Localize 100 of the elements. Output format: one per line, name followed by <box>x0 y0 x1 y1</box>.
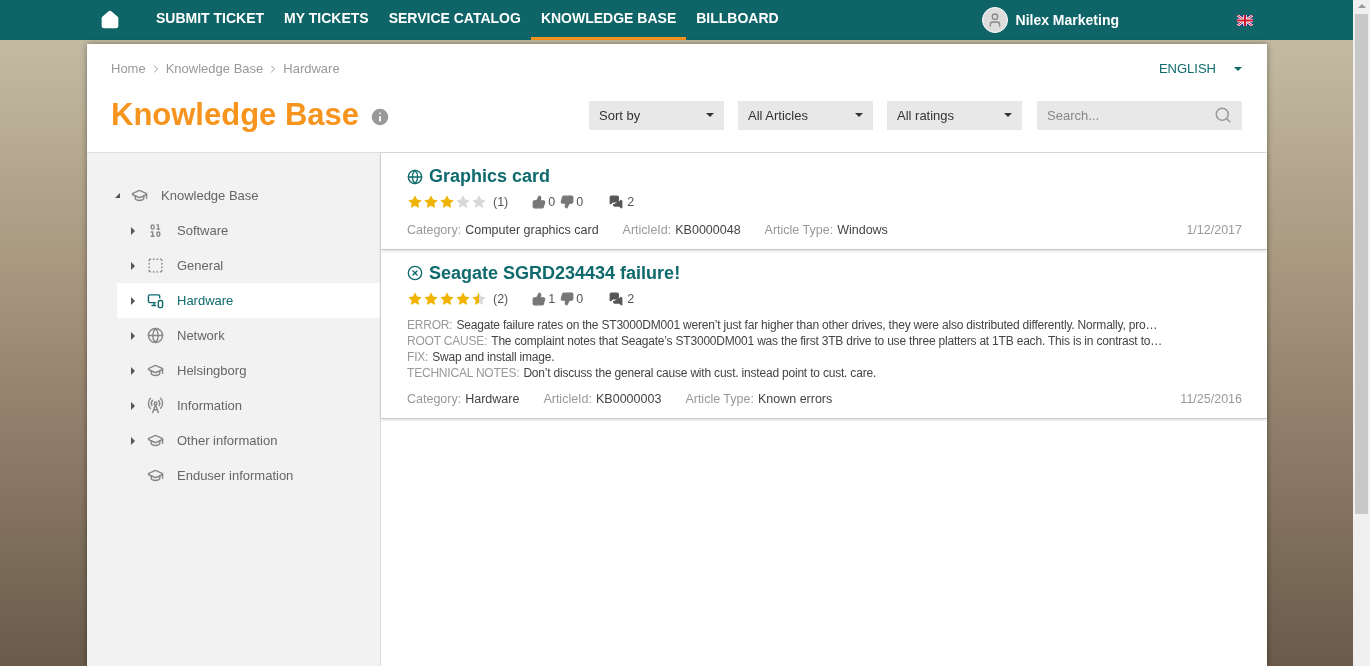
collapsed-caret-icon[interactable] <box>131 331 135 340</box>
info-icon[interactable] <box>369 106 392 129</box>
star-icon <box>471 194 487 211</box>
graduation-cap-icon <box>147 362 164 379</box>
tree-label: Network <box>177 326 225 345</box>
collapsed-caret-icon[interactable] <box>131 226 135 235</box>
meta-label: Category: <box>407 391 462 409</box>
devices-icon <box>147 292 164 309</box>
scroll-thumb[interactable] <box>1355 14 1368 514</box>
meta-label: ArticleId: <box>543 391 593 409</box>
nav-tab[interactable]: BILLBOARD <box>686 0 789 40</box>
article-date: 11/25/2016 <box>1180 391 1242 409</box>
tree-label: Information <box>177 396 243 415</box>
nav-tab[interactable]: SUBMIT TICKET <box>146 0 275 40</box>
star-icon <box>439 290 455 307</box>
globe-icon <box>407 168 423 185</box>
meta-label: ArticleId: <box>622 221 672 239</box>
star-icon <box>455 290 471 307</box>
nav-tab[interactable]: KNOWLEDGE BASE <box>530 0 687 40</box>
like-count: 0 <box>548 194 556 211</box>
star-icon <box>423 290 439 307</box>
home-icon[interactable] <box>100 10 120 30</box>
star-icon <box>407 194 423 211</box>
tree-label: Other information <box>177 431 278 450</box>
tree-item[interactable]: Network <box>117 318 380 353</box>
meta-value: Windows <box>837 221 888 239</box>
tree-item[interactable]: Information <box>117 388 380 423</box>
meta-value: Computer graphics card <box>465 221 599 239</box>
graduation-cap-icon <box>147 432 164 449</box>
meta-value: Hardware <box>465 391 520 409</box>
antenna-icon <box>147 397 164 414</box>
search-field[interactable]: Search... <box>1037 100 1242 130</box>
detail-text: Swap and install image. <box>432 349 555 366</box>
tree-item[interactable]: Hardware <box>117 283 380 318</box>
tree-label: Software <box>177 221 229 240</box>
tree-label: Enduser information <box>177 466 294 485</box>
tree-item[interactable]: Software <box>117 213 380 248</box>
meta-label: Article Type: <box>685 391 754 409</box>
collapsed-caret-icon[interactable] <box>131 436 135 445</box>
filter-dropdown[interactable]: All Articles <box>738 100 873 130</box>
like-count: 1 <box>548 290 556 308</box>
meta-value: KB0000048 <box>675 221 741 239</box>
article-date: 1/12/2017 <box>1186 221 1242 239</box>
tree-label: Hardware <box>177 291 234 310</box>
detail-label: ERROR: <box>407 317 453 334</box>
detail-label: FIX: <box>407 349 429 366</box>
tree-item[interactable]: Enduser information <box>117 458 380 493</box>
comment-count: 2 <box>627 194 635 211</box>
detail-text: The complaint notes that Seagate’s ST3000DM001 was the first 3TB drive to use three platters at 1TB each. This is in contrast to… <box>491 333 1163 350</box>
avatar-icon <box>981 7 1008 33</box>
collapsed-caret-icon[interactable] <box>131 261 135 270</box>
collapsed-caret-icon[interactable] <box>131 401 135 410</box>
meta-label: Article Type: <box>764 221 834 239</box>
meta-value: Known errors <box>757 391 833 409</box>
collapsed-caret-icon[interactable] <box>131 296 135 305</box>
star-icon <box>439 194 455 211</box>
globe-icon <box>147 327 164 344</box>
star-icon <box>471 290 487 307</box>
nav-tab[interactable]: MY TICKETS <box>274 0 379 40</box>
rating-count: (1) <box>493 194 509 211</box>
tree-item[interactable]: Other information <box>117 423 380 458</box>
error-icon <box>407 265 423 281</box>
graduation-cap-icon <box>147 467 164 484</box>
rating-count: (2) <box>493 290 509 308</box>
nav-tab[interactable]: SERVICE CATALOG <box>378 0 531 40</box>
language-dropdown[interactable]: ENGLISH <box>1158 59 1242 79</box>
star-icon <box>423 194 439 211</box>
tree-item[interactable]: General <box>117 248 380 283</box>
tree-label: Helsingborg <box>177 361 247 380</box>
flag-icon[interactable] <box>1237 14 1253 26</box>
detail-text: Don’t discuss the general cause with cust. instead point to cust. care. <box>523 365 877 382</box>
comments-icon[interactable] <box>609 291 624 306</box>
comments-icon[interactable] <box>609 195 624 210</box>
dashed-square-icon <box>147 257 164 274</box>
dislike-count: 0 <box>576 290 584 308</box>
page-title: Knowledge Base <box>111 96 360 134</box>
tree-label: General <box>177 256 224 275</box>
meta-value: KB0000003 <box>596 391 662 409</box>
comment-count: 2 <box>627 290 635 308</box>
thumbs-up-icon[interactable] <box>532 195 547 210</box>
tree-item[interactable]: Knowledge Base <box>109 178 380 213</box>
article-title-link[interactable]: Graphics card <box>429 163 551 190</box>
user-name-button[interactable]: Nilex Marketing <box>1015 0 1119 40</box>
collapsed-caret-icon[interactable] <box>131 366 135 375</box>
detail-label: ROOT CAUSE: <box>407 333 488 350</box>
meta-label: Category: <box>407 221 462 239</box>
thumbs-up-icon[interactable] <box>532 291 547 306</box>
scrollbar[interactable] <box>1353 0 1370 666</box>
thumbs-down-icon[interactable] <box>560 291 575 306</box>
article-title-link[interactable]: Seagate SGRD234434 failure! <box>429 259 681 287</box>
filter-dropdown[interactable]: Sort by <box>589 100 724 130</box>
tree-item[interactable]: Helsingborg <box>117 353 380 388</box>
dislike-count: 0 <box>576 194 584 211</box>
star-icon <box>407 290 423 307</box>
expanded-caret-icon[interactable] <box>114 193 120 198</box>
filter-dropdown[interactable]: All ratings <box>887 100 1022 130</box>
detail-label: TECHNICAL NOTES: <box>407 365 520 382</box>
graduation-cap-icon <box>131 187 148 204</box>
thumbs-down-icon[interactable] <box>560 195 575 210</box>
star-icon <box>455 194 471 211</box>
